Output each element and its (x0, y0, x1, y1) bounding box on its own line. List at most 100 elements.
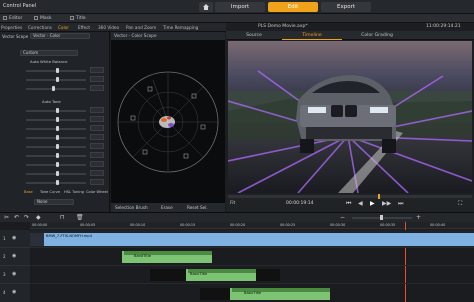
vector-scope-panel: Vector - Color Scope Selection Brush Era… (111, 32, 225, 212)
track-header[interactable]: 2 ◉ (0, 248, 30, 266)
home-button[interactable] (199, 2, 213, 12)
clip-label: BasicTitle (190, 272, 208, 276)
contrast-value[interactable] (90, 107, 104, 113)
tab-properties[interactable]: Properties (1, 24, 22, 31)
temperature-value[interactable] (90, 67, 104, 73)
redo-icon[interactable]: ↷ (24, 214, 29, 221)
rewind-icon[interactable]: ◀ (358, 200, 363, 207)
whites-slider[interactable] (26, 135, 86, 140)
selection-brush-button[interactable]: Selection Brush (115, 203, 148, 212)
tab-timeline[interactable]: Timeline (282, 31, 342, 40)
blacks-slider[interactable] (26, 144, 86, 149)
scrub-bar[interactable] (228, 194, 472, 199)
editor-toggle[interactable]: Editor (3, 15, 22, 22)
haze-slider[interactable] (26, 180, 86, 185)
clip-label: BandTitle (134, 254, 151, 258)
tab-base[interactable]: Base (24, 190, 33, 194)
tab-tone-curve[interactable]: Tone Curve (40, 190, 60, 194)
tab-360-video[interactable]: 360 Video (98, 24, 119, 31)
tab-pan-zoom[interactable]: Pan and Zoom (126, 24, 156, 31)
vibrance-value[interactable] (90, 161, 104, 167)
ruler-tick: 00:00:30 (330, 223, 346, 227)
tint-value[interactable] (90, 76, 104, 82)
tab-hsl-tuning[interactable]: HSL Tuning (64, 190, 84, 194)
track-header[interactable]: 4 ◉ (0, 284, 30, 302)
tab-effect[interactable]: Effect (78, 24, 90, 31)
empty-clip[interactable] (256, 269, 280, 281)
prev-frame-icon[interactable]: ⏮ (346, 200, 351, 208)
video-clip[interactable]: BMW_7-FTIS-NOMFH.mp4 (30, 233, 474, 246)
title-clip[interactable]: BandTitle (122, 251, 212, 263)
clarity-value[interactable] (90, 152, 104, 158)
export-tab[interactable]: Export (321, 2, 371, 12)
play-icon[interactable]: ▶ (370, 200, 375, 207)
whites-value[interactable] (90, 134, 104, 140)
zoom-in-icon[interactable]: + (416, 214, 421, 221)
highlights-value[interactable] (90, 116, 104, 122)
clip-thumbnail (30, 233, 44, 246)
eye-icon[interactable]: ◉ (12, 235, 16, 241)
playhead-marker[interactable] (378, 194, 380, 199)
next-frame-icon[interactable]: ⏭ (398, 200, 403, 208)
fullscreen-icon[interactable]: ⛶ (458, 200, 462, 208)
track-header[interactable]: 1 ◉ (0, 230, 30, 248)
vibrance-slider[interactable] (26, 162, 86, 167)
tint-slider[interactable] (26, 77, 86, 82)
reset-selection-button[interactable]: Reset Sel. (187, 203, 208, 212)
track-name: 3 (3, 272, 6, 277)
zoom-slider[interactable] (352, 215, 412, 220)
ruler-tick: 00:00:20 (230, 223, 246, 227)
tab-color-grading[interactable]: Color Grading (342, 31, 412, 40)
scope-header: Vector - Color Scope (111, 32, 225, 40)
highlights-slider[interactable] (26, 117, 86, 122)
temperature-slider[interactable] (26, 68, 86, 73)
haze-value[interactable] (90, 179, 104, 185)
exposure-value[interactable] (90, 85, 104, 91)
title-clip[interactable]: BasicTitle (230, 288, 330, 300)
track-name: 1 (3, 236, 6, 241)
track-header[interactable]: 3 ◉ (0, 266, 30, 284)
track-lane: BasicTitle (30, 266, 474, 284)
tab-color-wheel[interactable]: Color Wheel (86, 190, 108, 194)
tab-color[interactable]: Color (58, 24, 69, 31)
forward-icon[interactable]: ▶▶ (382, 200, 391, 207)
exposure-slider[interactable] (26, 86, 86, 91)
scope-select[interactable]: Vector - Color (30, 33, 90, 39)
blacks-value[interactable] (90, 143, 104, 149)
preset-select[interactable]: Custom (20, 50, 78, 56)
marker-icon[interactable]: ◆ (36, 214, 41, 221)
title-toggle[interactable]: Title (70, 15, 86, 22)
shadows-value[interactable] (90, 125, 104, 131)
tab-source[interactable]: Source (226, 31, 282, 40)
scope-signal (159, 116, 175, 128)
eye-icon[interactable]: ◉ (12, 253, 16, 259)
timeline-panel: ✂ ↶ ↷ ◆ ⊓ 🗑 − + 00:00:00 00:00:05 00:00:… (0, 212, 474, 302)
contrast-slider[interactable] (26, 108, 86, 113)
undo-icon[interactable]: ↶ (14, 214, 19, 221)
eye-icon[interactable]: ◉ (12, 271, 16, 277)
empty-clip[interactable] (150, 269, 186, 281)
clarity-slider[interactable] (26, 153, 86, 158)
timeline-ruler[interactable]: 00:00:00 00:00:05 00:00:10 00:00:15 00:0… (30, 222, 474, 229)
fit-dropdown[interactable]: Fit (230, 201, 235, 206)
track-lane: BMW_7-FTIS-NOMFH.mp4 (30, 230, 474, 248)
zoom-out-icon[interactable]: − (340, 214, 345, 221)
title-clip[interactable]: BasicTitle (186, 269, 256, 281)
mask-toggle[interactable]: Mask (34, 15, 52, 22)
shadows-slider[interactable] (26, 126, 86, 131)
lut-select[interactable]: None (34, 199, 74, 205)
erase-button[interactable]: Erase (161, 203, 173, 212)
video-preview[interactable] (228, 41, 472, 193)
tab-corrections[interactable]: Corrections (28, 24, 52, 31)
scissors-icon[interactable]: ✂ (4, 214, 9, 221)
tab-time-remapping[interactable]: Time Remapping (163, 24, 198, 31)
magnet-icon[interactable]: ⊓ (60, 214, 65, 221)
import-tab[interactable]: Import (215, 2, 265, 12)
saturation-value[interactable] (90, 170, 104, 176)
edit-tab[interactable]: Edit (268, 2, 318, 12)
trash-icon[interactable]: 🗑 (76, 214, 84, 221)
empty-clip[interactable] (200, 288, 230, 300)
track-name: 4 (3, 290, 6, 295)
eye-icon[interactable]: ◉ (12, 289, 16, 295)
saturation-slider[interactable] (26, 171, 86, 176)
